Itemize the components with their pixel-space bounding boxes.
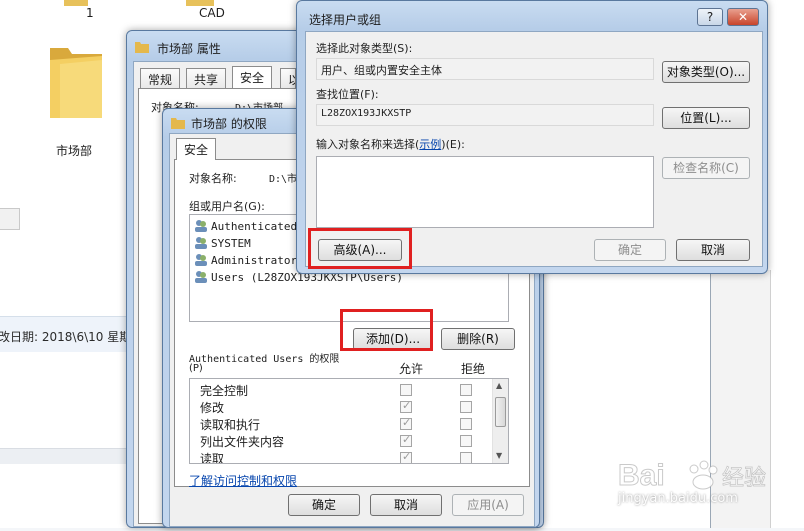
window-title: 选择用户或组 [309,13,382,27]
watermark-url: jingyan.baidu.com [618,491,738,506]
cancel-button[interactable]: 取消 [676,239,750,261]
tab-security[interactable]: 安全 [176,138,217,160]
highlight-box [340,309,433,351]
folder-label: CAD [199,6,225,20]
folder-label: 市场部 [56,144,93,158]
scroll-thumb[interactable] [495,397,506,427]
example-link[interactable]: 示例 [419,138,441,151]
object-names-input[interactable] [316,156,654,228]
names-label-pre: 输入对象名称来选择( [316,138,420,151]
names-label-post: )(E): [441,138,465,151]
tab-general[interactable]: 常规 [140,68,181,88]
location-field: L28ZOX193JKXSTP [316,104,654,126]
permissions-list[interactable]: 完全控制 修改 读取和执行 列出文件夹内容 [189,378,509,464]
deny-checkbox[interactable] [460,452,472,463]
allow-checkbox[interactable] [400,433,412,447]
object-type-button[interactable]: 对象类型(O)... [662,61,750,83]
names-label: 输入对象名称来选择(示例)(E): [316,136,465,152]
permissions-scrollbar[interactable]: ▲ ▼ [492,379,508,463]
users-icon [195,237,207,249]
allow-checkbox[interactable] [400,399,412,413]
object-type-label: 选择此对象类型(S): [316,42,413,55]
deny-header: 拒绝 [461,362,486,376]
learn-link[interactable]: 了解访问控制和权限 [189,472,297,489]
apply-button[interactable]: 应用(A) [452,494,524,516]
scroll-down-icon[interactable]: ▼ [496,451,502,460]
cancel-button[interactable]: 取消 [370,494,442,516]
deny-checkbox[interactable] [460,384,472,396]
permission-name: 修改 [200,401,225,415]
deny-checkbox[interactable] [460,418,472,430]
folder-icon [171,118,185,129]
allow-checkbox[interactable] [400,450,412,463]
tab-security[interactable]: 安全 [232,66,273,88]
object-type-field: 用户、组或内置安全主体 [316,58,654,80]
status-text: 改日期: 2018\6\10 星期 [0,330,132,344]
allow-checkbox[interactable] [400,384,412,396]
object-name-value: D:\市 [269,174,298,185]
close-button[interactable]: ✕ [727,8,759,26]
folder-icon [135,42,149,53]
location-label: 查找位置(F): [316,88,379,101]
help-button[interactable]: ? [697,8,723,26]
highlight-box [308,228,412,269]
folder-icon [64,0,88,6]
ok-button[interactable]: 确定 [594,239,666,261]
user-name: SYSTEM [211,237,251,250]
watermark: Bai 经验 jingyan.baidu.com [614,455,804,528]
svg-text:经验: 经验 [722,466,766,491]
object-name-label: 对象名称: [189,172,237,185]
folder-label: 1 [86,6,94,20]
deny-checkbox[interactable] [460,435,472,447]
permission-row: 读取 [200,450,500,464]
folder-item-cad[interactable]: CAD [186,0,246,24]
permission-name: 列出文件夹内容 [200,435,285,449]
horizontal-scrollbar[interactable] [0,448,130,464]
allow-header: 允许 [399,362,424,376]
permission-row: 读取和执行 [200,416,500,433]
location-button[interactable]: 位置(L)... [662,107,750,129]
permissions-label-suffix: (P) [189,363,203,374]
permission-row: 完全控制 [200,382,500,399]
window-title: 市场部 的权限 [191,117,267,131]
tab-sharing[interactable]: 共享 [186,68,227,88]
allow-checkbox[interactable] [400,416,412,430]
status-bar: 改日期: 2018\6\10 星期 [0,316,132,352]
users-icon [195,220,207,232]
permission-name: 完全控制 [200,384,249,398]
permission-name: 读取和执行 [200,418,261,432]
svg-text:Bai: Bai [618,459,665,492]
users-icon [195,271,207,283]
folder-icon [50,48,102,118]
deny-checkbox[interactable] [460,401,472,413]
permission-name: 读取 [200,452,225,464]
nav-collapse-button[interactable] [0,208,20,230]
ok-button[interactable]: 确定 [288,494,360,516]
folder-item-market[interactable]: 市场部 [46,42,106,158]
tab-previous[interactable]: 以 [280,68,296,88]
folder-item-1[interactable]: 1 [64,0,110,24]
permission-row: 列出文件夹内容 [200,433,500,450]
remove-button[interactable]: 删除(R) [441,328,515,350]
list-item[interactable]: SYSTEM [194,236,251,252]
check-names-button[interactable]: 检查名称(C) [662,157,750,179]
window-title: 市场部 属性 [157,42,221,56]
permissions-label: Authenticated Users 的权限 [189,354,340,365]
permission-row: 修改 [200,399,500,416]
users-icon [195,254,207,266]
group-label: 组或用户名(G): [189,200,265,213]
scroll-up-icon[interactable]: ▲ [496,381,502,390]
